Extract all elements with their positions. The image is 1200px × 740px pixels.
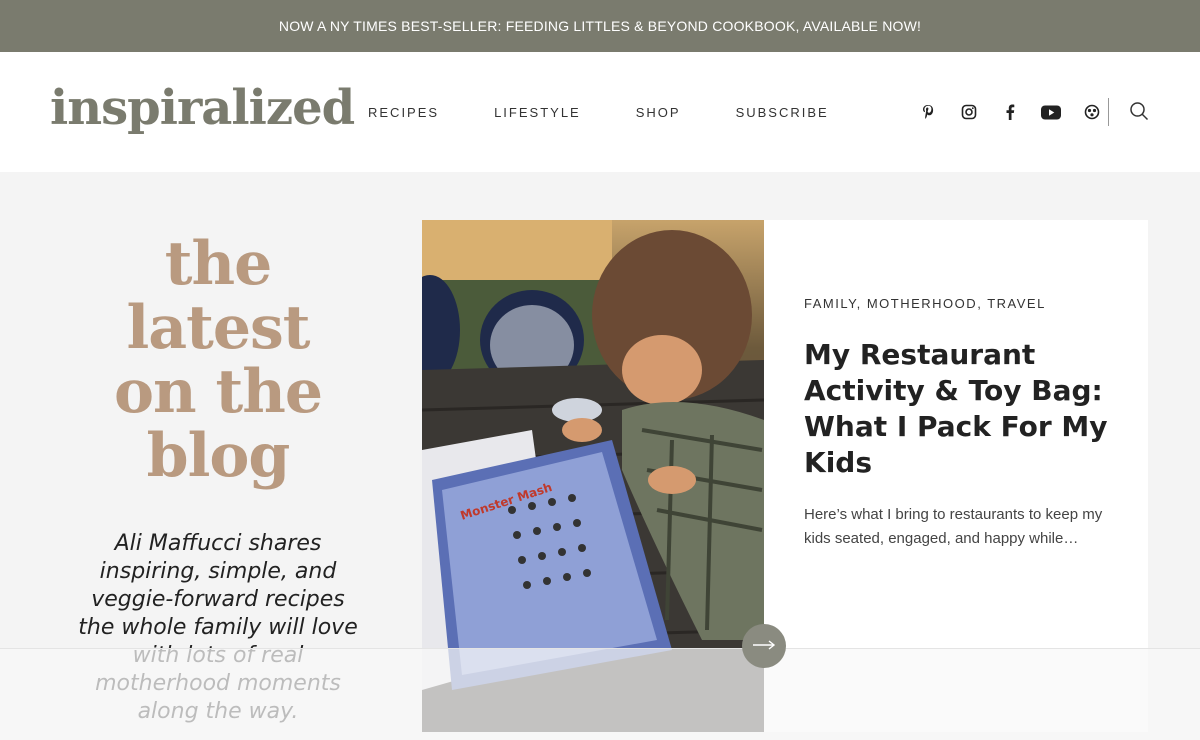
section-title-line: on the bbox=[113, 357, 323, 427]
nav-shop[interactable]: SHOP bbox=[636, 105, 681, 120]
post-title[interactable]: My Restaurant Activity & Toy Bag: What I… bbox=[804, 337, 1114, 481]
social-links bbox=[918, 52, 1123, 172]
arrow-right-icon bbox=[752, 637, 776, 655]
facebook-icon[interactable] bbox=[1000, 102, 1020, 122]
category-link[interactable]: FAMILY bbox=[804, 296, 857, 311]
search-icon[interactable] bbox=[1128, 100, 1150, 122]
category-link[interactable]: MOTHERHOOD bbox=[867, 296, 977, 311]
site-logo[interactable]: inspiralized bbox=[50, 80, 355, 136]
section-title: the latest on the blog bbox=[60, 232, 376, 488]
next-post-button[interactable] bbox=[742, 624, 786, 668]
pinterest-icon[interactable] bbox=[918, 102, 938, 122]
post-body: FAMILY, MOTHERHOOD, TRAVEL My Restaurant… bbox=[804, 296, 1114, 551]
section-title-line: blog bbox=[146, 421, 291, 491]
site-header: inspiralized RECIPES LIFESTYLE SHOP SUBS… bbox=[0, 52, 1200, 172]
main-nav: RECIPES LIFESTYLE SHOP SUBSCRIBE bbox=[368, 52, 884, 172]
nav-lifestyle[interactable]: LIFESTYLE bbox=[494, 105, 581, 120]
header-divider bbox=[1108, 98, 1109, 126]
other-social-icon[interactable] bbox=[1082, 102, 1102, 122]
promo-bar: NOW A NY TIMES BEST-SELLER: FEEDING LITT… bbox=[0, 0, 1200, 52]
section-title-line: latest bbox=[126, 293, 310, 363]
youtube-icon[interactable] bbox=[1041, 102, 1061, 122]
bottom-fade-overlay bbox=[0, 648, 1200, 740]
instagram-icon[interactable] bbox=[959, 102, 979, 122]
category-link[interactable]: TRAVEL bbox=[987, 296, 1046, 311]
post-excerpt: Here’s what I bring to restaurants to ke… bbox=[804, 506, 1103, 547]
nav-recipes[interactable]: RECIPES bbox=[368, 105, 439, 120]
promo-link[interactable]: NOW A NY TIMES BEST-SELLER: FEEDING LITT… bbox=[279, 18, 921, 34]
section-title-line: the bbox=[164, 229, 273, 299]
nav-subscribe[interactable]: SUBSCRIBE bbox=[736, 105, 829, 120]
post-categories: FAMILY, MOTHERHOOD, TRAVEL bbox=[804, 296, 1046, 311]
